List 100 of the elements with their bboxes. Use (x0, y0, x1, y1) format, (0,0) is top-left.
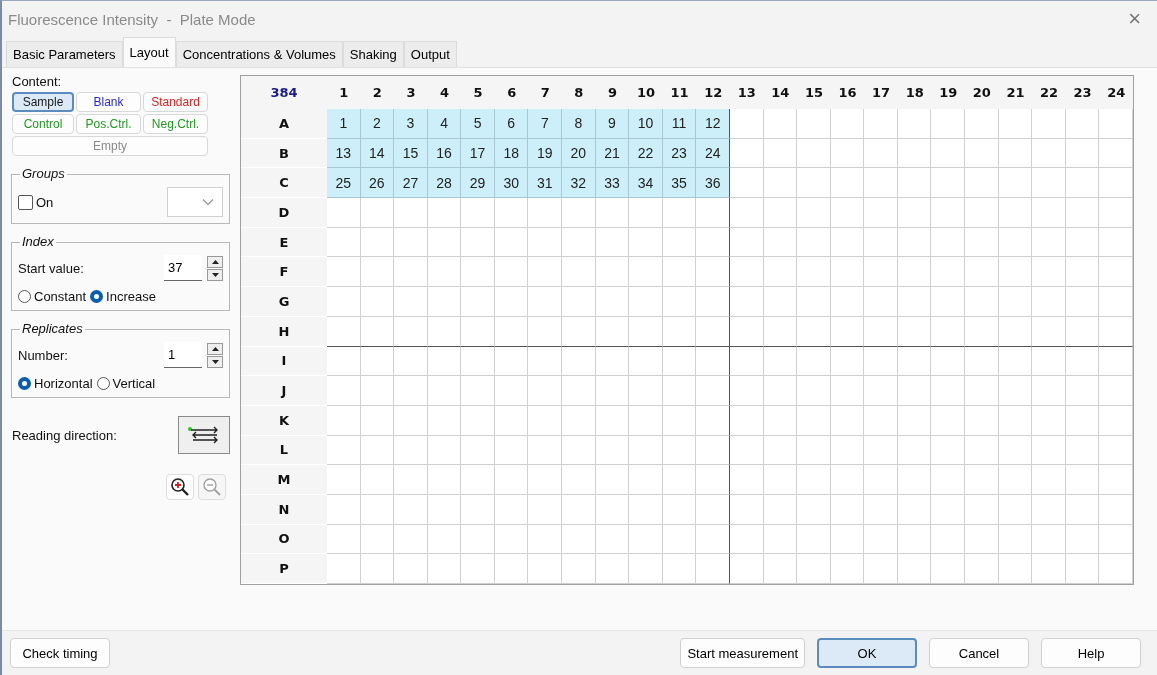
well-cell[interactable] (696, 405, 730, 436)
content-type-button[interactable]: Pos.Ctrl. (76, 114, 141, 134)
spin-down-button[interactable] (207, 355, 223, 368)
well-cell[interactable]: 36 (696, 168, 730, 199)
well-cell[interactable] (696, 346, 730, 377)
down-triangle-icon (211, 359, 219, 364)
well-cell[interactable]: 2 (360, 109, 395, 139)
row-header: A (241, 109, 327, 139)
dialog-button[interactable]: OK (817, 638, 917, 668)
chevron-icon (202, 198, 214, 206)
window-title: Fluorescence Intensity - Plate Mode (8, 10, 256, 28)
well-cell[interactable] (696, 316, 730, 347)
content-type-button[interactable]: Sample (12, 92, 74, 112)
tab[interactable]: Shaking (342, 41, 404, 67)
well-cell[interactable]: 7 (528, 109, 563, 139)
well-cell[interactable]: 32 (562, 168, 596, 199)
direction-radio[interactable]: Vertical (96, 376, 156, 391)
start-value-field[interactable]: 37 (164, 255, 202, 281)
well-cell[interactable]: 12 (696, 109, 730, 139)
well-cell[interactable] (696, 257, 730, 288)
well-cell[interactable]: 33 (595, 168, 630, 199)
group-dropdown[interactable] (167, 187, 223, 217)
column-header: 14 (763, 76, 798, 109)
well-cell[interactable]: 24 (696, 138, 730, 169)
direction-radio[interactable]: Horizontal (18, 376, 93, 391)
spin-up-button[interactable] (207, 255, 223, 268)
column-header: 19 (931, 76, 966, 109)
well-cell[interactable] (696, 524, 730, 555)
well-cell[interactable] (696, 227, 730, 258)
reading-direction-button[interactable] (178, 416, 230, 454)
well-cell[interactable]: 9 (595, 109, 630, 139)
index-mode-radio[interactable]: Constant (18, 289, 87, 304)
row-header: P (241, 554, 327, 584)
well-cell[interactable]: 3 (394, 109, 428, 139)
well-cell[interactable]: 26 (360, 168, 395, 199)
column-header: 7 (528, 76, 563, 109)
well-cell[interactable]: 22 (629, 138, 663, 169)
content-type-button[interactable]: Standard (143, 92, 208, 112)
well-cell[interactable] (696, 465, 730, 495)
well-cell[interactable]: 10 (629, 109, 663, 139)
close-button[interactable]: × (1122, 6, 1147, 32)
tab[interactable]: Basic Parameters (6, 41, 123, 67)
well-cell[interactable]: 8 (562, 109, 596, 139)
well-cell[interactable]: 4 (427, 109, 462, 139)
column-header: 20 (965, 76, 999, 109)
content-type-button[interactable]: Control (12, 114, 74, 134)
tab[interactable]: Layout (122, 37, 176, 67)
well-cell[interactable] (696, 376, 730, 406)
dialog-button[interactable]: Help (1041, 638, 1141, 668)
column-header: 1 (327, 76, 361, 109)
number-field[interactable]: 1 (164, 342, 202, 368)
check-timing-button[interactable]: Check timing (10, 638, 110, 668)
well-cell[interactable]: 11 (662, 109, 697, 139)
row-header: C (241, 168, 327, 199)
content-type-button[interactable]: Blank (76, 92, 141, 112)
row-header: L (241, 435, 327, 466)
well-cell[interactable]: 5 (461, 109, 495, 139)
column-header: 22 (1032, 76, 1066, 109)
column-header: 5 (461, 76, 495, 109)
well-cell[interactable]: 25 (327, 168, 361, 199)
zoom-in-button[interactable] (166, 474, 194, 500)
tab[interactable]: Output (403, 41, 457, 67)
well-cell[interactable] (696, 554, 730, 584)
content-type-button[interactable]: Empty (12, 136, 208, 156)
well-cell[interactable] (696, 435, 730, 466)
row-header: D (241, 198, 327, 228)
dialog-button[interactable]: Start measurement (680, 638, 805, 668)
well-cell[interactable] (696, 494, 730, 525)
column-header: 24 (1099, 76, 1133, 109)
well-cell[interactable]: 27 (394, 168, 428, 199)
well-cell[interactable]: 30 (494, 168, 529, 199)
groups-title: Groups (20, 166, 67, 181)
well-cell[interactable] (696, 198, 730, 228)
well-cell[interactable]: 35 (662, 168, 697, 199)
content-type-button[interactable]: Neg.Ctrl. (143, 114, 208, 134)
well-cell[interactable]: 29 (461, 168, 495, 199)
well-cell[interactable]: 28 (427, 168, 462, 199)
dialog-button[interactable]: Cancel (929, 638, 1029, 668)
row-header: B (241, 138, 327, 169)
index-mode-radio[interactable]: Increase (90, 289, 156, 304)
groups-checkbox[interactable]: On (18, 194, 54, 210)
well-cell[interactable]: 15 (394, 138, 428, 169)
spin-down-button[interactable] (207, 268, 223, 281)
column-header: 3 (394, 76, 428, 109)
well-cell[interactable]: 1 (327, 109, 361, 139)
well-cell[interactable]: 6 (494, 109, 529, 139)
row-header: J (241, 376, 327, 406)
well-cell[interactable] (696, 287, 730, 317)
well-cell[interactable]: 20 (562, 138, 596, 169)
well-cell[interactable]: 19 (528, 138, 563, 169)
start-value-label: Start value: (18, 260, 84, 276)
tab[interactable]: Concentrations & Volumes (175, 41, 343, 67)
replicates-title: Replicates (20, 321, 85, 336)
well-cell[interactable]: 31 (528, 168, 563, 199)
well-cell[interactable]: 13 (327, 138, 361, 169)
column-header: 11 (662, 76, 697, 109)
well-cell[interactable]: 17 (461, 138, 495, 169)
spin-up-button[interactable] (207, 342, 223, 355)
well-cell[interactable]: 34 (629, 168, 663, 199)
up-triangle-icon (211, 259, 219, 264)
